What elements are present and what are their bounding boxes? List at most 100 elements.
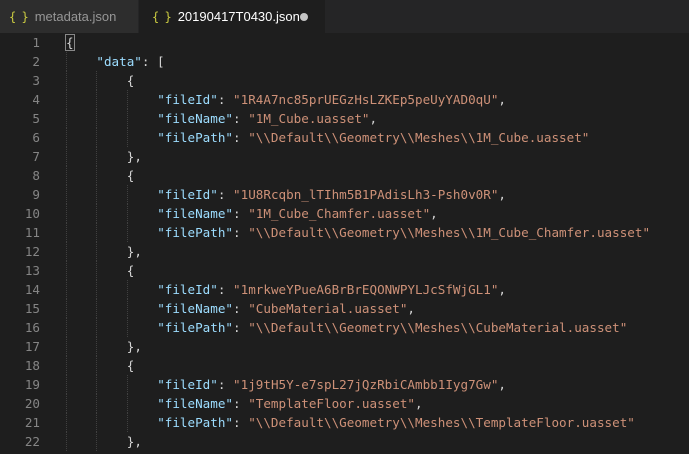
line-number: 8 [32, 168, 40, 183]
unsaved-dot-icon[interactable] [300, 13, 308, 21]
tab-metadata-json[interactable]: { } metadata.json [0, 0, 138, 33]
json-punctuation: : [217, 187, 234, 202]
indent-guide [96, 71, 98, 90]
code-text: }, [127, 337, 142, 356]
code-line[interactable]: 1{ [0, 33, 689, 52]
indent-guide [96, 185, 98, 204]
code-line[interactable]: 21 "filePath": "\\Default\\Geometry\\Mesh… [0, 413, 689, 432]
indent-guide [96, 280, 98, 299]
code-line[interactable]: 18 { [0, 356, 689, 375]
code-text: "fileId": "1mrkweYPueA6BrBrEQONWPYLJcSfW… [157, 280, 506, 299]
line-number: 11 [24, 225, 40, 240]
json-punctuation: , [415, 396, 423, 411]
code-line[interactable]: 7}, [0, 147, 689, 166]
indent-guide [126, 394, 129, 413]
indent-guide [96, 337, 98, 356]
line-number: 7 [32, 149, 40, 164]
code-line[interactable]: 22}, [0, 432, 689, 451]
line-number: 15 [24, 301, 40, 316]
json-string: "1mrkweYPueA6BrBrEQONWPYLJcSfWjGL1" [233, 282, 499, 297]
line-number: 19 [24, 377, 40, 392]
code-line[interactable]: 19 "fileId": "1j9tH5Y-e7spL27jQzRbiCAmbb1… [0, 375, 689, 394]
indent-guide [96, 147, 98, 166]
code-line[interactable]: 16 "filePath": "\\Default\\Geometry\\Mesh… [0, 318, 689, 337]
code-line[interactable]: 10 "fileName": "1M_Cube_Chamfer.uasset", [0, 204, 689, 223]
indent-guide [66, 223, 68, 242]
json-punctuation: : [233, 301, 249, 316]
json-punctuation: , [369, 111, 378, 126]
json-punctuation: : [233, 415, 249, 430]
indent-guide [66, 71, 68, 90]
code-line[interactable]: 20 "fileName": "TemplateFloor.uasset", [0, 394, 689, 413]
json-punctuation: : [217, 282, 234, 297]
code-line[interactable]: 15 "fileName": "CubeMaterial.uasset", [0, 299, 689, 318]
line-number: 17 [24, 339, 40, 354]
code-editor[interactable]: 1{2 "data": [3{4 "fileId": "1R4A7nc85prUEG… [0, 33, 689, 454]
indent-guide [96, 375, 98, 394]
code-line[interactable]: 4 "fileId": "1R4A7nc85prUEGzHsLZKEp5peUyY… [0, 90, 689, 109]
code-text: "fileId": "1R4A7nc85prUEGzHsLZKEp5peUyYA… [157, 90, 506, 109]
json-key: "filePath" [157, 130, 234, 145]
json-punctuation: : [233, 206, 249, 221]
indent-guide [96, 223, 98, 242]
code-line[interactable]: 9 "fileId": "1U8Rcqbn_lTIhm5B1PAdisLh3-Ps… [0, 185, 689, 204]
line-number: 3 [32, 73, 40, 88]
indent-guide [66, 128, 68, 147]
line-number: 18 [24, 358, 40, 373]
line-number: 22 [24, 434, 40, 449]
json-key: "fileName" [157, 396, 234, 411]
code-text: }, [127, 147, 142, 166]
indent-guide [126, 318, 129, 337]
json-string: "\\Default\\Geometry\\Meshes\\TemplateFl… [248, 415, 635, 430]
json-string: "\\Default\\Geometry\\Meshes\\1M_Cube.ua… [248, 130, 590, 145]
code-text: { [127, 166, 135, 185]
code-line[interactable]: 5 "fileName": "1M_Cube.uasset", [0, 109, 689, 128]
json-punctuation: : [ [141, 54, 165, 69]
json-punctuation: , [498, 377, 506, 392]
code-text: { [127, 71, 135, 90]
line-number: 10 [24, 206, 40, 221]
json-key: "fileId" [157, 92, 218, 107]
indent-guide [66, 109, 68, 128]
code-line[interactable]: 2 "data": [ [0, 52, 689, 71]
code-text: "filePath": "\\Default\\Geometry\\Meshes… [157, 128, 589, 147]
code-line[interactable]: 17}, [0, 337, 689, 356]
indent-guide [66, 432, 68, 451]
indent-guide [66, 204, 68, 223]
json-key: "filePath" [157, 225, 234, 240]
code-line[interactable]: 11 "filePath": "\\Default\\Geometry\\Mesh… [0, 223, 689, 242]
indent-guide [126, 128, 129, 147]
json-string: "1j9tH5Y-e7spL27jQzRbiCAmbb1Iyg7Gw" [233, 377, 499, 392]
code-text: "fileId": "1j9tH5Y-e7spL27jQzRbiCAmbb1Iy… [157, 375, 506, 394]
code-line[interactable]: 14 "fileId": "1mrkweYPueA6BrBrEQONWPYLJcS… [0, 280, 689, 299]
code-line[interactable]: 13 { [0, 261, 689, 280]
code-text: }, [127, 432, 142, 451]
indent-guide [66, 375, 68, 394]
line-number: 9 [32, 187, 40, 202]
indent-guide [126, 413, 129, 432]
json-punctuation: : [233, 130, 249, 145]
line-number: 12 [24, 244, 40, 259]
indent-guide [66, 90, 68, 109]
indent-guide [96, 413, 98, 432]
indent-guide [66, 299, 68, 318]
indent-guide [96, 109, 98, 128]
indent-guide [126, 185, 129, 204]
json-punctuation: , [407, 301, 416, 316]
indent-guide [66, 318, 68, 337]
indent-guide [66, 147, 68, 166]
line-number: 6 [32, 130, 40, 145]
json-key: "data" [96, 54, 142, 69]
json-punctuation: { [126, 73, 135, 88]
code-line[interactable]: 8{ [0, 166, 689, 185]
code-line[interactable]: 3{ [0, 71, 689, 90]
indent-guide [96, 356, 98, 375]
code-text: "data": [ [96, 52, 164, 71]
code-line[interactable]: 6 "filePath": "\\Default\\Geometry\\Meshe… [0, 128, 689, 147]
code-text: }, [127, 242, 142, 261]
indent-guide [66, 261, 68, 280]
indent-guide [126, 280, 129, 299]
tab-20190417T0430-json[interactable]: { } 20190417T0430.json [139, 0, 325, 33]
code-line[interactable]: 12}, [0, 242, 689, 261]
indent-guide [96, 128, 98, 147]
